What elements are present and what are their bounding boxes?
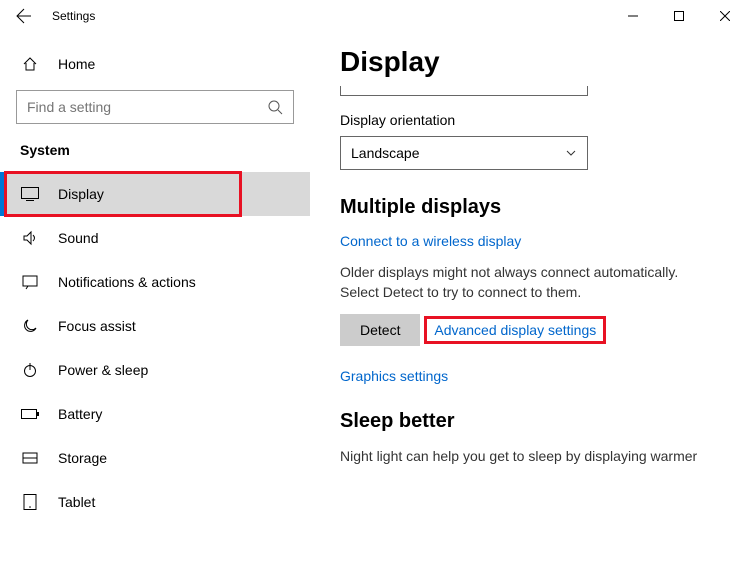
- power-icon: [20, 362, 40, 378]
- home-label: Home: [58, 56, 95, 72]
- orientation-value: Landscape: [351, 145, 565, 161]
- back-button[interactable]: [8, 0, 40, 32]
- home-icon: [20, 56, 40, 72]
- storage-icon: [20, 450, 40, 466]
- sidebar-item-focus-assist[interactable]: Focus assist: [0, 304, 310, 348]
- chevron-down-icon: [565, 147, 577, 159]
- maximize-button[interactable]: [656, 0, 702, 32]
- focus-assist-icon: [20, 318, 40, 334]
- sidebar-item-label: Sound: [58, 230, 98, 246]
- nav-list: Display Sound Notifications & actions: [0, 172, 310, 524]
- titlebar: Settings: [0, 0, 748, 32]
- home-link[interactable]: Home: [0, 50, 310, 84]
- sidebar-item-sound[interactable]: Sound: [0, 216, 310, 260]
- minimize-icon: [628, 11, 638, 21]
- sound-icon: [20, 230, 40, 246]
- sleep-better-heading: Sleep better: [340, 410, 716, 433]
- sidebar-item-tablet[interactable]: Tablet: [0, 480, 310, 524]
- sidebar-item-display[interactable]: Display: [0, 172, 310, 216]
- sidebar: Home System Display: [0, 32, 310, 571]
- sidebar-item-battery[interactable]: Battery: [0, 392, 310, 436]
- sidebar-item-label: Power & sleep: [58, 362, 148, 378]
- sidebar-item-storage[interactable]: Storage: [0, 436, 310, 480]
- sidebar-item-label: Tablet: [58, 494, 95, 510]
- graphics-settings-link[interactable]: Graphics settings: [340, 368, 448, 384]
- page-title: Display: [340, 46, 716, 78]
- sidebar-item-label: Display: [58, 186, 104, 202]
- detect-button[interactable]: Detect: [340, 314, 420, 346]
- close-icon: [720, 11, 730, 21]
- close-button[interactable]: [702, 0, 748, 32]
- divider: [340, 86, 588, 96]
- search-input[interactable]: [27, 99, 267, 115]
- notifications-icon: [20, 274, 40, 290]
- main-content: Display Display orientation Landscape Mu…: [310, 32, 748, 571]
- sidebar-item-label: Focus assist: [58, 318, 136, 334]
- sidebar-item-label: Battery: [58, 406, 102, 422]
- minimize-button[interactable]: [610, 0, 656, 32]
- search-icon: [267, 99, 283, 115]
- sidebar-item-label: Notifications & actions: [58, 274, 196, 290]
- display-icon: [20, 187, 40, 201]
- battery-icon: [20, 408, 40, 420]
- advanced-display-link[interactable]: Advanced display settings: [434, 322, 596, 338]
- sidebar-item-power-sleep[interactable]: Power & sleep: [0, 348, 310, 392]
- sleep-description: Night light can help you get to sleep by…: [340, 447, 716, 467]
- maximize-icon: [674, 11, 684, 21]
- orientation-label: Display orientation: [340, 112, 716, 128]
- section-title: System: [20, 142, 310, 158]
- search-box[interactable]: [16, 90, 294, 124]
- tablet-icon: [20, 494, 40, 510]
- sidebar-item-label: Storage: [58, 450, 107, 466]
- wireless-display-link[interactable]: Connect to a wireless display: [340, 233, 521, 249]
- sidebar-item-notifications[interactable]: Notifications & actions: [0, 260, 310, 304]
- multiple-displays-heading: Multiple displays: [340, 196, 716, 219]
- orientation-dropdown[interactable]: Landscape: [340, 136, 588, 170]
- detect-description: Older displays might not always connect …: [340, 263, 716, 302]
- arrow-left-icon: [16, 8, 32, 24]
- window-title: Settings: [52, 9, 95, 23]
